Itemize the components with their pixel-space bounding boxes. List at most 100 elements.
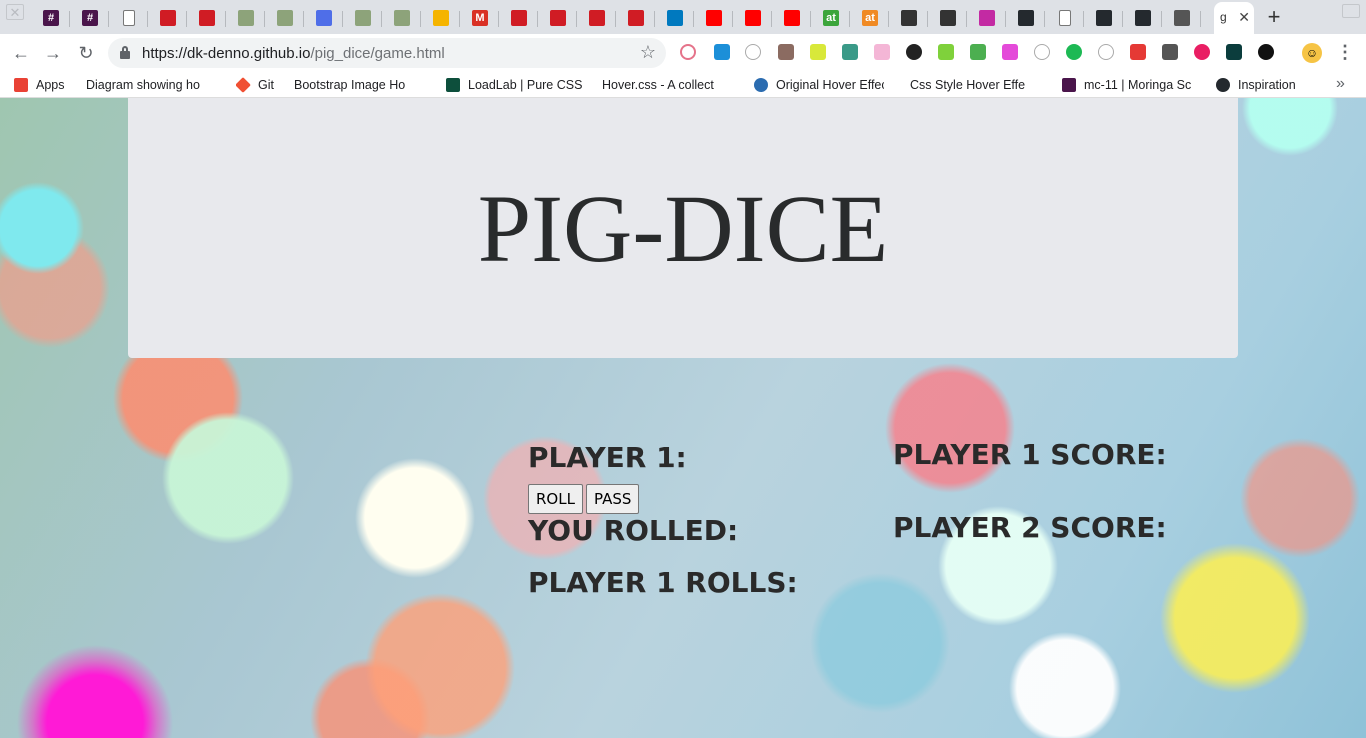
extension-n-icon[interactable] bbox=[810, 44, 826, 60]
extension-s-icon[interactable] bbox=[842, 44, 858, 60]
browser-tab[interactable] bbox=[383, 2, 421, 34]
github-icon bbox=[1216, 78, 1230, 92]
browser-tab[interactable] bbox=[422, 2, 460, 34]
profile-avatar[interactable]: ☺ bbox=[1302, 43, 1322, 63]
browser-tab[interactable]: M bbox=[461, 2, 499, 34]
browser-tab[interactable]: # bbox=[32, 2, 70, 34]
bookmark-item[interactable]: Bootstrap Image Ho bbox=[294, 76, 424, 94]
browser-tab[interactable] bbox=[500, 2, 538, 34]
bookmark-item[interactable]: Apps bbox=[14, 76, 70, 94]
browser-tab[interactable] bbox=[1007, 2, 1045, 34]
bulb-icon bbox=[433, 10, 449, 26]
extension-cast-icon[interactable] bbox=[680, 44, 696, 60]
window-restore-icon[interactable]: ✕ bbox=[6, 4, 24, 20]
youtube-icon bbox=[784, 10, 800, 26]
extension-doc-icon[interactable] bbox=[1002, 44, 1018, 60]
bookmark-label: Hover.css - A collect bbox=[602, 78, 714, 92]
extension-lr-icon[interactable] bbox=[1226, 44, 1242, 60]
extension-shield-icon[interactable] bbox=[1162, 44, 1178, 60]
window-maximize-icon[interactable] bbox=[1342, 4, 1360, 18]
flag-icon bbox=[589, 10, 605, 26]
browser-tab[interactable] bbox=[773, 2, 811, 34]
flag-icon bbox=[160, 10, 176, 26]
page-icon bbox=[1059, 10, 1071, 26]
browser-tab[interactable] bbox=[578, 2, 616, 34]
new-tab-button[interactable]: + bbox=[1261, 5, 1287, 29]
extension-dark-circle-icon[interactable] bbox=[906, 44, 922, 60]
browser-tab[interactable] bbox=[1163, 2, 1201, 34]
browser-tab[interactable] bbox=[968, 2, 1006, 34]
bookmark-item[interactable]: LoadLab | Pure CSS bbox=[446, 76, 582, 94]
flag-icon bbox=[199, 10, 215, 26]
github-icon bbox=[1135, 10, 1151, 26]
browser-tab[interactable]: at bbox=[812, 2, 850, 34]
gmail-icon: M bbox=[472, 10, 488, 26]
browser-tab[interactable] bbox=[539, 2, 577, 34]
extension-circle-icon[interactable] bbox=[745, 44, 761, 60]
browser-tab[interactable] bbox=[149, 2, 187, 34]
extension-grid-icon[interactable] bbox=[970, 44, 986, 60]
tree-icon bbox=[394, 10, 410, 26]
bookmark-item[interactable]: Inspiration bbox=[1216, 76, 1306, 94]
browser-tab[interactable]: # bbox=[71, 2, 109, 34]
extension-spotify-icon[interactable] bbox=[1066, 44, 1082, 60]
browser-tab[interactable] bbox=[695, 2, 733, 34]
bookmark-label: LoadLab | Pure CSS bbox=[468, 78, 582, 92]
browser-tab[interactable] bbox=[344, 2, 382, 34]
browser-tab[interactable] bbox=[305, 2, 343, 34]
browser-tab[interactable]: at bbox=[851, 2, 889, 34]
browser-tab[interactable] bbox=[929, 2, 967, 34]
browser-tab[interactable] bbox=[1046, 2, 1084, 34]
extension-color-wheel-icon[interactable] bbox=[1194, 44, 1210, 60]
bookmarks-overflow-icon[interactable]: » bbox=[1336, 75, 1345, 93]
header-card: PIG-DICE bbox=[128, 98, 1238, 358]
bookmark-label: Css Style Hover Effe bbox=[910, 78, 1026, 92]
bookmark-item[interactable]: Git bbox=[236, 76, 282, 94]
browser-tab[interactable] bbox=[110, 2, 148, 34]
extension-unicorn-icon[interactable] bbox=[874, 44, 890, 60]
roll-button[interactable]: ROLL bbox=[528, 484, 583, 514]
url-text[interactable]: https://dk-denno.github.io/pig_dice/game… bbox=[142, 45, 445, 62]
docs-icon bbox=[316, 10, 332, 26]
tree-icon bbox=[355, 10, 371, 26]
extension-photo-icon[interactable] bbox=[778, 44, 794, 60]
browser-tab[interactable] bbox=[890, 2, 928, 34]
bookmark-label: Inspiration bbox=[1238, 78, 1296, 92]
github-icon bbox=[1018, 10, 1034, 26]
close-tab-icon[interactable]: ✕ bbox=[1238, 9, 1250, 26]
url-host: https://dk-denno.github.io bbox=[142, 45, 311, 62]
browser-tab[interactable] bbox=[734, 2, 772, 34]
tab-active[interactable]: g ✕ bbox=[1214, 2, 1254, 34]
browser-tab[interactable] bbox=[656, 2, 694, 34]
player-rolls-label: PLAYER 1 ROLLS: bbox=[528, 566, 798, 599]
extension-green-square-icon[interactable] bbox=[938, 44, 954, 60]
reload-button[interactable]: ↻ bbox=[75, 42, 97, 64]
browser-tab[interactable] bbox=[188, 2, 226, 34]
browser-tab[interactable] bbox=[1085, 2, 1123, 34]
browser-tab[interactable] bbox=[617, 2, 655, 34]
pass-button[interactable]: PASS bbox=[586, 484, 640, 514]
bookmark-item[interactable]: mc-11 | Moringa Sc bbox=[1062, 76, 1200, 94]
bookmark-label: Diagram showing ho bbox=[86, 78, 200, 92]
extension-red-icon[interactable] bbox=[1130, 44, 1146, 60]
bookmark-item[interactable]: Hover.css - A collect bbox=[602, 76, 736, 94]
extension-code-icon[interactable] bbox=[1098, 44, 1114, 60]
browser-tab[interactable] bbox=[266, 2, 304, 34]
browser-menu-icon[interactable]: ⋮ bbox=[1336, 42, 1354, 62]
extension-ghost-icon[interactable] bbox=[1258, 44, 1274, 60]
address-bar[interactable]: https://dk-denno.github.io/pig_dice/game… bbox=[108, 38, 666, 68]
back-button[interactable]: ← bbox=[10, 42, 32, 64]
browser-tab[interactable] bbox=[1124, 2, 1162, 34]
bookmark-star-icon[interactable]: ☆ bbox=[640, 42, 656, 63]
trello-icon bbox=[667, 10, 683, 26]
forward-button[interactable]: → bbox=[42, 42, 64, 64]
extension-h-icon[interactable] bbox=[1034, 44, 1050, 60]
bookmark-item[interactable]: Original Hover Effec bbox=[754, 76, 884, 94]
player1-score-label: PLAYER 1 SCORE: bbox=[893, 438, 1167, 471]
bookmark-item[interactable]: Css Style Hover Effe bbox=[910, 76, 1044, 94]
git-icon bbox=[236, 77, 251, 93]
browser-tab[interactable] bbox=[227, 2, 265, 34]
bookmark-item[interactable]: Diagram showing ho bbox=[86, 76, 214, 94]
page-title: PIG-DICE bbox=[477, 175, 889, 282]
extension-bot-icon[interactable] bbox=[714, 44, 730, 60]
